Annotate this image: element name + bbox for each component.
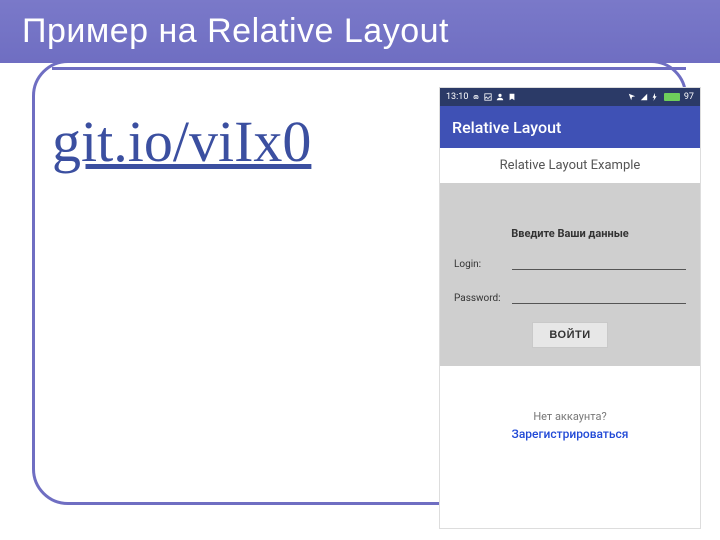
form-heading: Введите Ваши данные [454,227,686,240]
slide-frame-underline [52,67,686,70]
lightning-icon [652,93,660,101]
register-link[interactable]: Зарегистрироваться [440,427,700,441]
status-bar: 13:10 97 [440,88,700,106]
password-label: Password: [454,293,504,304]
no-account-text: Нет аккаунта? [440,410,700,423]
infinity-icon [472,93,480,101]
slide-title: Пример на Relative Layout [22,12,449,51]
bookmark-icon [508,93,516,101]
login-button[interactable]: ВОЙТИ [532,322,607,348]
phone-screenshot: 13:10 97 [440,88,700,528]
battery-icon [664,93,680,101]
app-bar-title: Relative Layout [452,118,561,137]
signal-icon [640,93,648,101]
battery-percent: 97 [684,92,694,102]
footer: Нет аккаунта? Зарегистрироваться [440,366,700,441]
location-icon [628,93,636,101]
password-row: Password: [454,288,686,304]
screen-subtitle: Relative Layout Example [440,148,700,183]
login-input[interactable] [512,254,686,270]
image-icon [484,93,492,101]
password-input[interactable] [512,288,686,304]
example-link[interactable]: git.io/viIx0 [52,108,311,175]
app-bar: Relative Layout [440,106,700,148]
login-form: Введите Ваши данные Login: Password: ВОЙ… [440,183,700,366]
login-row: Login: [454,254,686,270]
status-time: 13:10 [446,92,468,102]
login-label: Login: [454,259,504,270]
person-icon [496,93,504,101]
